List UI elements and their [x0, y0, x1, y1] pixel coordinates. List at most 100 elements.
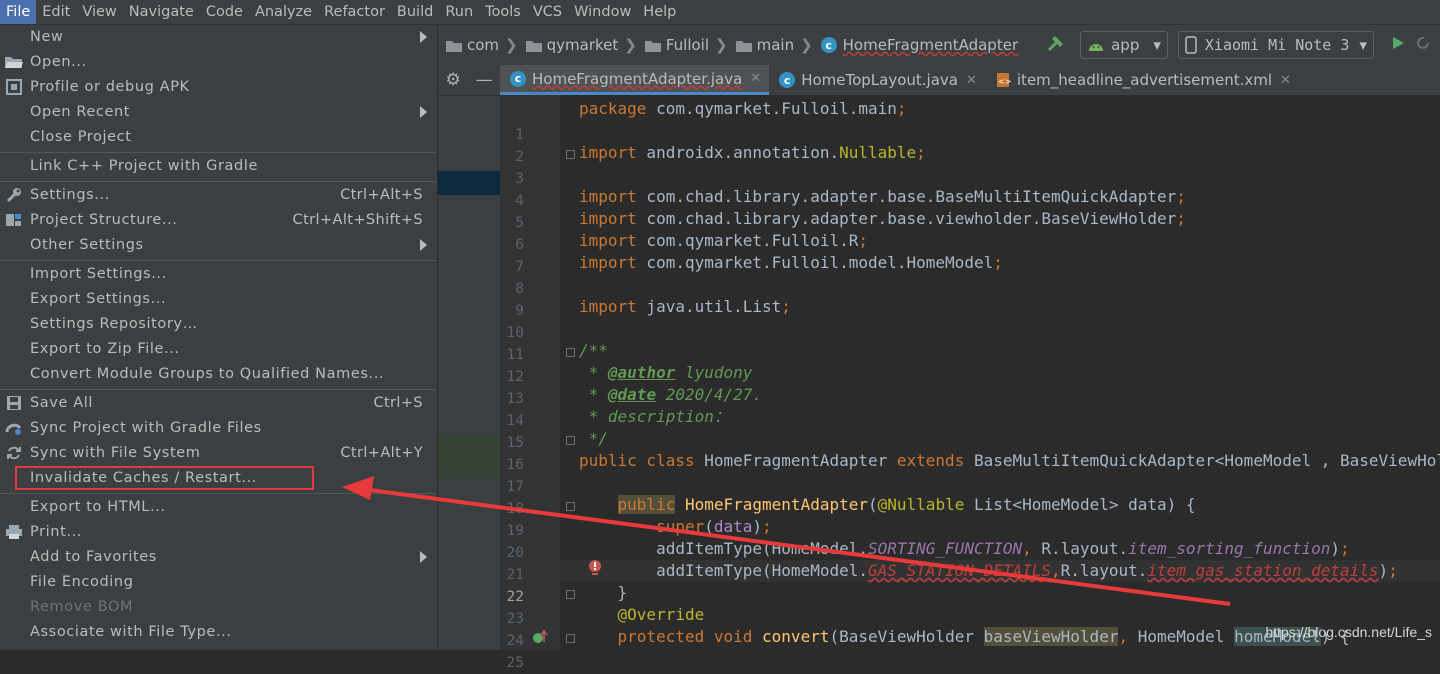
menu-item-label: Convert Module Groups to Qualified Names… [30, 366, 385, 382]
close-icon[interactable]: ✕ [1280, 73, 1291, 88]
close-icon[interactable]: ✕ [750, 71, 761, 86]
menu-item-export-settings[interactable]: Export Settings... [0, 287, 437, 311]
line-number: 17 [506, 479, 524, 495]
fold-marker[interactable] [566, 348, 575, 357]
fold-marker[interactable] [566, 590, 575, 599]
project-panel [438, 25, 500, 650]
menu-item-save-all[interactable]: Save All Ctrl+S [0, 391, 437, 415]
menu-item-link-cpp-project[interactable]: Link C++ Project with Gradle [0, 154, 437, 178]
close-icon[interactable]: ✕ [966, 73, 977, 88]
breadcrumb-main[interactable]: main ❯ [735, 36, 813, 54]
project-selected-row[interactable] [438, 171, 500, 195]
menu-item-export-zip[interactable]: Export to Zip File... [0, 337, 437, 361]
menu-item-sync-file-system[interactable]: Sync with File System Ctrl+Alt+Y [0, 441, 437, 465]
wrench-icon [5, 187, 23, 203]
menu-item-open-recent[interactable]: Open Recent [0, 100, 437, 124]
project-structure-icon [5, 212, 23, 228]
line-number: 9 [515, 303, 524, 319]
line-number: 13 [506, 391, 524, 407]
menu-item-profile-debug-apk[interactable]: Profile or debug APK [0, 75, 437, 99]
code-line: protected void convert(BaseViewHolder ba… [617, 627, 1350, 646]
code-line: import com.chad.library.adapter.base.vie… [579, 209, 1186, 228]
menu-item-export-html[interactable]: Export to HTML... [0, 495, 437, 519]
menu-item-print[interactable]: Print... [0, 520, 437, 544]
menu-item-label: Add to Favorites [30, 549, 157, 565]
menu-item-settings[interactable]: Settings... Ctrl+Alt+S [0, 183, 437, 207]
menu-help[interactable]: Help [637, 0, 682, 24]
menu-item-open[interactable]: Open... [0, 50, 437, 74]
override-icon[interactable] [531, 628, 549, 646]
minimize-icon[interactable]: — [476, 70, 493, 90]
submenu-arrow-icon [420, 551, 427, 563]
tab-hometoplayout[interactable]: c HomeTopLayout.java ✕ [769, 65, 985, 95]
fold-marker[interactable] [566, 502, 575, 511]
phone-icon [1185, 36, 1197, 54]
gear-icon[interactable]: ⚙ [445, 70, 460, 90]
fold-marker[interactable] [566, 150, 575, 159]
menu-item-label: Close Project [30, 129, 132, 145]
tab-label: item_headline_advertisement.xml [1016, 71, 1273, 89]
apply-changes-icon[interactable] [1416, 35, 1432, 55]
hammer-icon[interactable] [1046, 33, 1066, 57]
menu-item-import-settings[interactable]: Import Settings... [0, 262, 437, 286]
menu-item-new[interactable]: New [0, 25, 437, 49]
menu-edit[interactable]: Edit [36, 0, 76, 24]
breadcrumb-fulloil[interactable]: Fulloil ❯ [644, 36, 728, 54]
menu-refactor[interactable]: Refactor [318, 0, 391, 24]
menu-item-associate-file-type[interactable]: Associate with File Type... [0, 620, 437, 644]
tab-homefragmentadapter[interactable]: c HomeFragmentAdapter.java ✕ [500, 65, 770, 95]
tab-label: HomeTopLayout.java [801, 71, 958, 89]
device-dropdown[interactable]: Xiaomi Mi Note 3 ▾ [1177, 31, 1374, 59]
code-line: * @date 2020/4/27. [579, 385, 763, 404]
run-config-label: app [1111, 36, 1140, 54]
tab-label: HomeFragmentAdapter.java [532, 69, 743, 88]
run-config-dropdown[interactable]: app ▾ [1080, 31, 1168, 59]
chevron-down-icon: ▾ [1359, 36, 1367, 54]
fold-marker[interactable] [566, 634, 575, 643]
line-number: 24 [506, 633, 524, 649]
menu-item-shortcut: Ctrl+Alt+S [340, 187, 423, 203]
menu-item-label: Settings... [30, 187, 110, 203]
fold-marker[interactable] [566, 436, 575, 445]
menu-code[interactable]: Code [200, 0, 249, 24]
breadcrumb-qymarket[interactable]: qymarket ❯ [525, 36, 637, 54]
breadcrumb-com[interactable]: com ❯ [446, 36, 518, 54]
menu-item-label: Sync Project with Gradle Files [30, 420, 262, 436]
menu-item-sync-gradle[interactable]: Sync Project with Gradle Files [0, 416, 437, 440]
code-line: package com.qymarket.Fulloil.main; [579, 99, 907, 118]
file-menu-dropdown: New Open... Profile or debug APK Open Re… [0, 25, 438, 650]
chevron-down-icon: ▾ [1153, 36, 1161, 54]
menu-item-label: File Encoding [30, 574, 134, 590]
menu-vcs[interactable]: VCS [527, 0, 568, 24]
menu-item-close-project[interactable]: Close Project [0, 125, 437, 149]
annotation-highlight-box [15, 466, 314, 490]
breadcrumb-homefragmentadapter[interactable]: c HomeFragmentAdapter [820, 36, 1018, 54]
menu-item-other-settings[interactable]: Other Settings [0, 233, 437, 257]
xml-file-icon: <> [996, 73, 1011, 87]
line-number: 10 [506, 325, 524, 341]
tab-item-headline-advertisement[interactable]: <> item_headline_advertisement.xml ✕ [985, 65, 1299, 95]
menu-analyze[interactable]: Analyze [249, 0, 318, 24]
menu-item-project-structure[interactable]: Project Structure... Ctrl+Alt+Shift+S [0, 208, 437, 232]
folder-icon [735, 40, 752, 52]
menu-build[interactable]: Build [391, 0, 439, 24]
menu-window[interactable]: Window [568, 0, 637, 24]
menu-file[interactable]: File [0, 0, 37, 24]
submenu-arrow-icon [420, 106, 427, 118]
menu-item-settings-repository[interactable]: Settings Repository… [0, 312, 437, 336]
menu-item-label: Print... [30, 524, 82, 540]
menu-item-label: Export to Zip File... [30, 341, 180, 357]
menu-navigate[interactable]: Navigate [123, 0, 200, 24]
project-highlight-row[interactable] [438, 435, 500, 479]
watermark: https://blog.csdn.net/Life_s [1265, 624, 1432, 640]
menu-tools[interactable]: Tools [479, 0, 527, 24]
menu-view[interactable]: View [76, 0, 122, 24]
menu-item-shortcut: Ctrl+Alt+Y [340, 445, 423, 461]
breadcrumb-label: main [756, 36, 795, 54]
line-number: 22 [506, 589, 524, 605]
menu-item-add-favorites[interactable]: Add to Favorites [0, 545, 437, 569]
menu-run[interactable]: Run [439, 0, 479, 24]
menu-item-convert-module-groups[interactable]: Convert Module Groups to Qualified Names… [0, 362, 437, 386]
menu-item-file-encoding[interactable]: File Encoding [0, 570, 437, 594]
run-icon[interactable] [1390, 35, 1406, 55]
